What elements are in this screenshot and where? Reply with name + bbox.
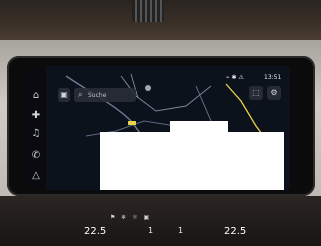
route-marker xyxy=(128,121,136,125)
gear-icon[interactable]: ⚙ xyxy=(267,86,281,100)
search-input[interactable]: ⌕ Suche xyxy=(74,88,136,102)
climate-icons: ⚑ ❄ ☼ ▣ xyxy=(110,214,152,221)
fan-left[interactable]: 1 xyxy=(148,226,153,235)
app-sidebar: ⌂ ✚ ♫ ✆ △ xyxy=(26,66,46,190)
phone-icon[interactable]: ✆ xyxy=(30,150,42,162)
music-icon[interactable]: ♫ xyxy=(30,128,42,140)
home-icon[interactable]: ⌂ xyxy=(30,90,42,102)
status-time: 13:51 xyxy=(264,74,282,81)
air-vent xyxy=(132,0,164,22)
redaction-box-large xyxy=(100,132,284,190)
search-placeholder: Suche xyxy=(88,92,107,99)
search-icon: ⌕ xyxy=(78,90,83,99)
status-icons: ⌁ ✱ ⚠ xyxy=(226,74,244,81)
alert-icon[interactable]: △ xyxy=(30,170,42,182)
climate-panel xyxy=(0,196,321,246)
fan-right[interactable]: 1 xyxy=(178,226,183,235)
map-pin-button[interactable]: ⬚ xyxy=(249,86,263,100)
car-infotainment-photo: ⌂ ✚ ♫ ✆ △ ▣ ⌕ Suche ⌁ ✱ ⚠ 13:51 ⬚ ⚙ ⚑ ❄ … xyxy=(0,0,321,246)
temp-left[interactable]: 22.5 xyxy=(84,226,106,237)
navigation-icon[interactable]: ✚ xyxy=(30,110,42,122)
temp-right[interactable]: 22.5 xyxy=(224,226,246,237)
menu-button[interactable]: ▣ xyxy=(58,88,70,102)
